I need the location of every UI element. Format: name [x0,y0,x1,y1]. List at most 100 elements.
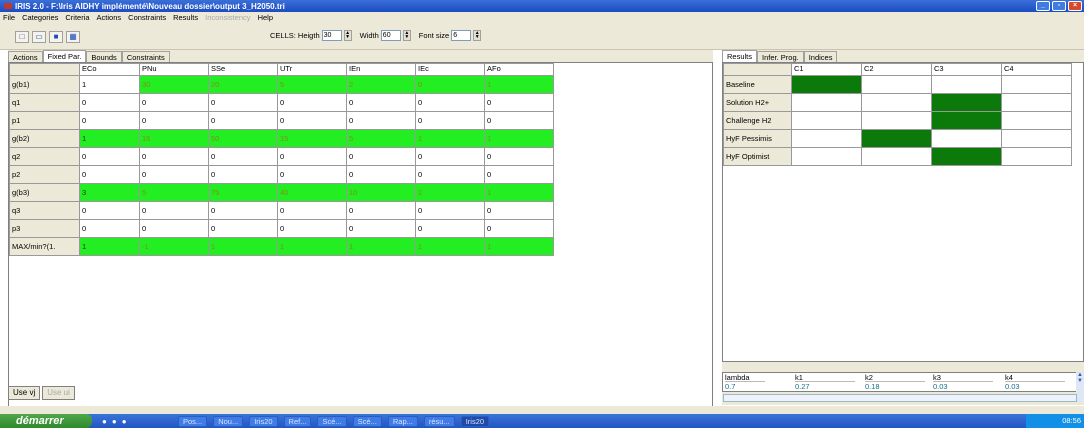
grid-cell[interactable]: 0 [415,75,485,94]
cell-height-input[interactable]: 30 [321,30,342,41]
tab-actions[interactable]: Actions [8,51,43,62]
taskbar-item-active[interactable]: Iris20 [460,415,490,427]
grid-cell[interactable]: 0 [484,201,554,220]
assigned-cell[interactable] [931,93,1002,112]
grid-cell[interactable]: 0 [484,147,554,166]
result-cell[interactable] [1001,75,1072,94]
save-icon[interactable]: ■ [49,31,63,43]
grid-cell[interactable]: 0 [415,111,485,130]
result-cell[interactable] [861,93,932,112]
grid-cell[interactable]: 30 [139,75,209,94]
tab-indices[interactable]: Indices [803,51,838,62]
grid-cell[interactable]: 15 [277,129,347,148]
menu-criteria[interactable]: Criteria [65,13,89,22]
action-label[interactable]: Baseline [723,75,792,94]
grid-cell[interactable]: 1 [79,237,140,256]
menu-help[interactable]: Help [258,13,273,22]
tab-bounds[interactable]: Bounds [86,51,122,62]
grid-cell[interactable]: 0 [208,201,278,220]
grid-cell[interactable]: 0 [79,219,140,238]
grid-cell[interactable]: 0 [277,219,347,238]
grid-cell[interactable]: 0 [208,93,278,112]
grid-cell[interactable]: 0 [484,93,554,112]
column-header[interactable]: ECo [79,63,140,76]
result-cell[interactable] [1001,93,1072,112]
row-header[interactable]: g(b2) [9,129,80,148]
result-cell[interactable] [861,147,932,166]
grid-cell[interactable]: 0 [79,147,140,166]
menu-constraints[interactable]: Constraints [128,13,166,22]
taskbar-item[interactable]: Scé... [352,415,382,427]
cell-width-input[interactable]: 60 [380,30,401,41]
grid-cell[interactable]: 2 [346,75,416,94]
result-cell[interactable] [791,111,862,130]
category-header[interactable]: C2 [861,63,932,76]
row-header[interactable]: p1 [9,111,80,130]
grid-cell[interactable]: 0 [415,219,485,238]
lambda-horizontal-scrollbar[interactable] [723,394,1077,402]
column-header[interactable]: SSe [208,63,278,76]
open-folder-icon[interactable]: ▭ [32,31,46,43]
browser-icon[interactable]: ● [102,417,107,426]
grid-cell[interactable]: 0 [139,93,209,112]
grid-cell[interactable]: 0 [208,165,278,184]
grid-cell[interactable]: 20 [208,75,278,94]
taskbar-item[interactable]: Nou... [213,415,244,427]
row-header[interactable]: q3 [9,201,80,220]
result-cell[interactable] [791,129,862,148]
grid-cell[interactable]: 0 [277,165,347,184]
grid-cell[interactable]: 0 [208,147,278,166]
column-header[interactable]: IEn [346,63,416,76]
grid-cell[interactable]: 0 [415,165,485,184]
category-header[interactable]: C3 [931,63,1002,76]
menu-file[interactable]: File [3,13,15,22]
grid-cell[interactable]: 0 [346,219,416,238]
grid-cell[interactable]: 5 [346,129,416,148]
grid-cell[interactable]: 75 [208,183,278,202]
result-cell[interactable] [1001,147,1072,166]
action-label[interactable]: Solution H2+ [723,93,792,112]
new-file-icon[interactable]: □ [15,31,29,43]
assigned-cell[interactable] [791,75,862,94]
grid-cell[interactable]: 1 [415,237,485,256]
title-bar[interactable]: IRIS 2.0 - F:\Iris AIDHY implémenté\Nouv… [0,0,1084,12]
tab-constraints[interactable]: Constraints [121,51,170,62]
action-label[interactable]: HyF Pessimis [723,129,792,148]
column-header[interactable]: IEc [415,63,485,76]
grid-cell[interactable]: 0 [346,111,416,130]
grid-cell[interactable]: 0 [208,219,278,238]
grid-cell[interactable]: 5 [277,75,347,94]
grid-cell[interactable]: 0 [79,93,140,112]
grid-cell[interactable]: 0 [484,219,554,238]
grid-cell[interactable]: 0 [415,147,485,166]
desktop-icon[interactable]: ● [122,417,127,426]
start-button[interactable]: démarrer [0,414,92,428]
result-cell[interactable] [861,111,932,130]
grid-cell[interactable]: 1 [208,237,278,256]
taskbar-item[interactable]: Rap... [387,415,418,427]
grid-cell[interactable]: 1 [277,237,347,256]
grid-cell[interactable]: 1 [484,129,554,148]
font-size-input[interactable]: 6 [451,30,472,41]
grid-cell[interactable]: 5 [139,183,209,202]
row-header[interactable]: MAX/min?(1. [9,237,80,256]
grid-cell[interactable]: 50 [208,129,278,148]
grid-cell[interactable]: 0 [139,111,209,130]
taskbar-item[interactable]: Iris20 [249,415,278,427]
grid-cell[interactable]: 0 [484,111,554,130]
result-cell[interactable] [931,75,1002,94]
grid-cell[interactable]: 0 [139,147,209,166]
row-header[interactable]: g(b1) [9,75,80,94]
row-header[interactable]: q1 [9,93,80,112]
close-button[interactable]: × [1068,1,1082,11]
media-icon[interactable]: ● [112,417,117,426]
chart-icon[interactable]: ▦ [66,31,80,43]
grid-cell[interactable]: 0 [79,201,140,220]
assigned-cell[interactable] [931,147,1002,166]
assigned-cell[interactable] [931,111,1002,130]
grid-cell[interactable]: 0 [346,93,416,112]
minimize-button[interactable]: _ [1036,1,1050,11]
row-header[interactable]: p2 [9,165,80,184]
taskbar-item[interactable]: Ref... [283,415,312,427]
grid-cell[interactable]: 0 [415,93,485,112]
